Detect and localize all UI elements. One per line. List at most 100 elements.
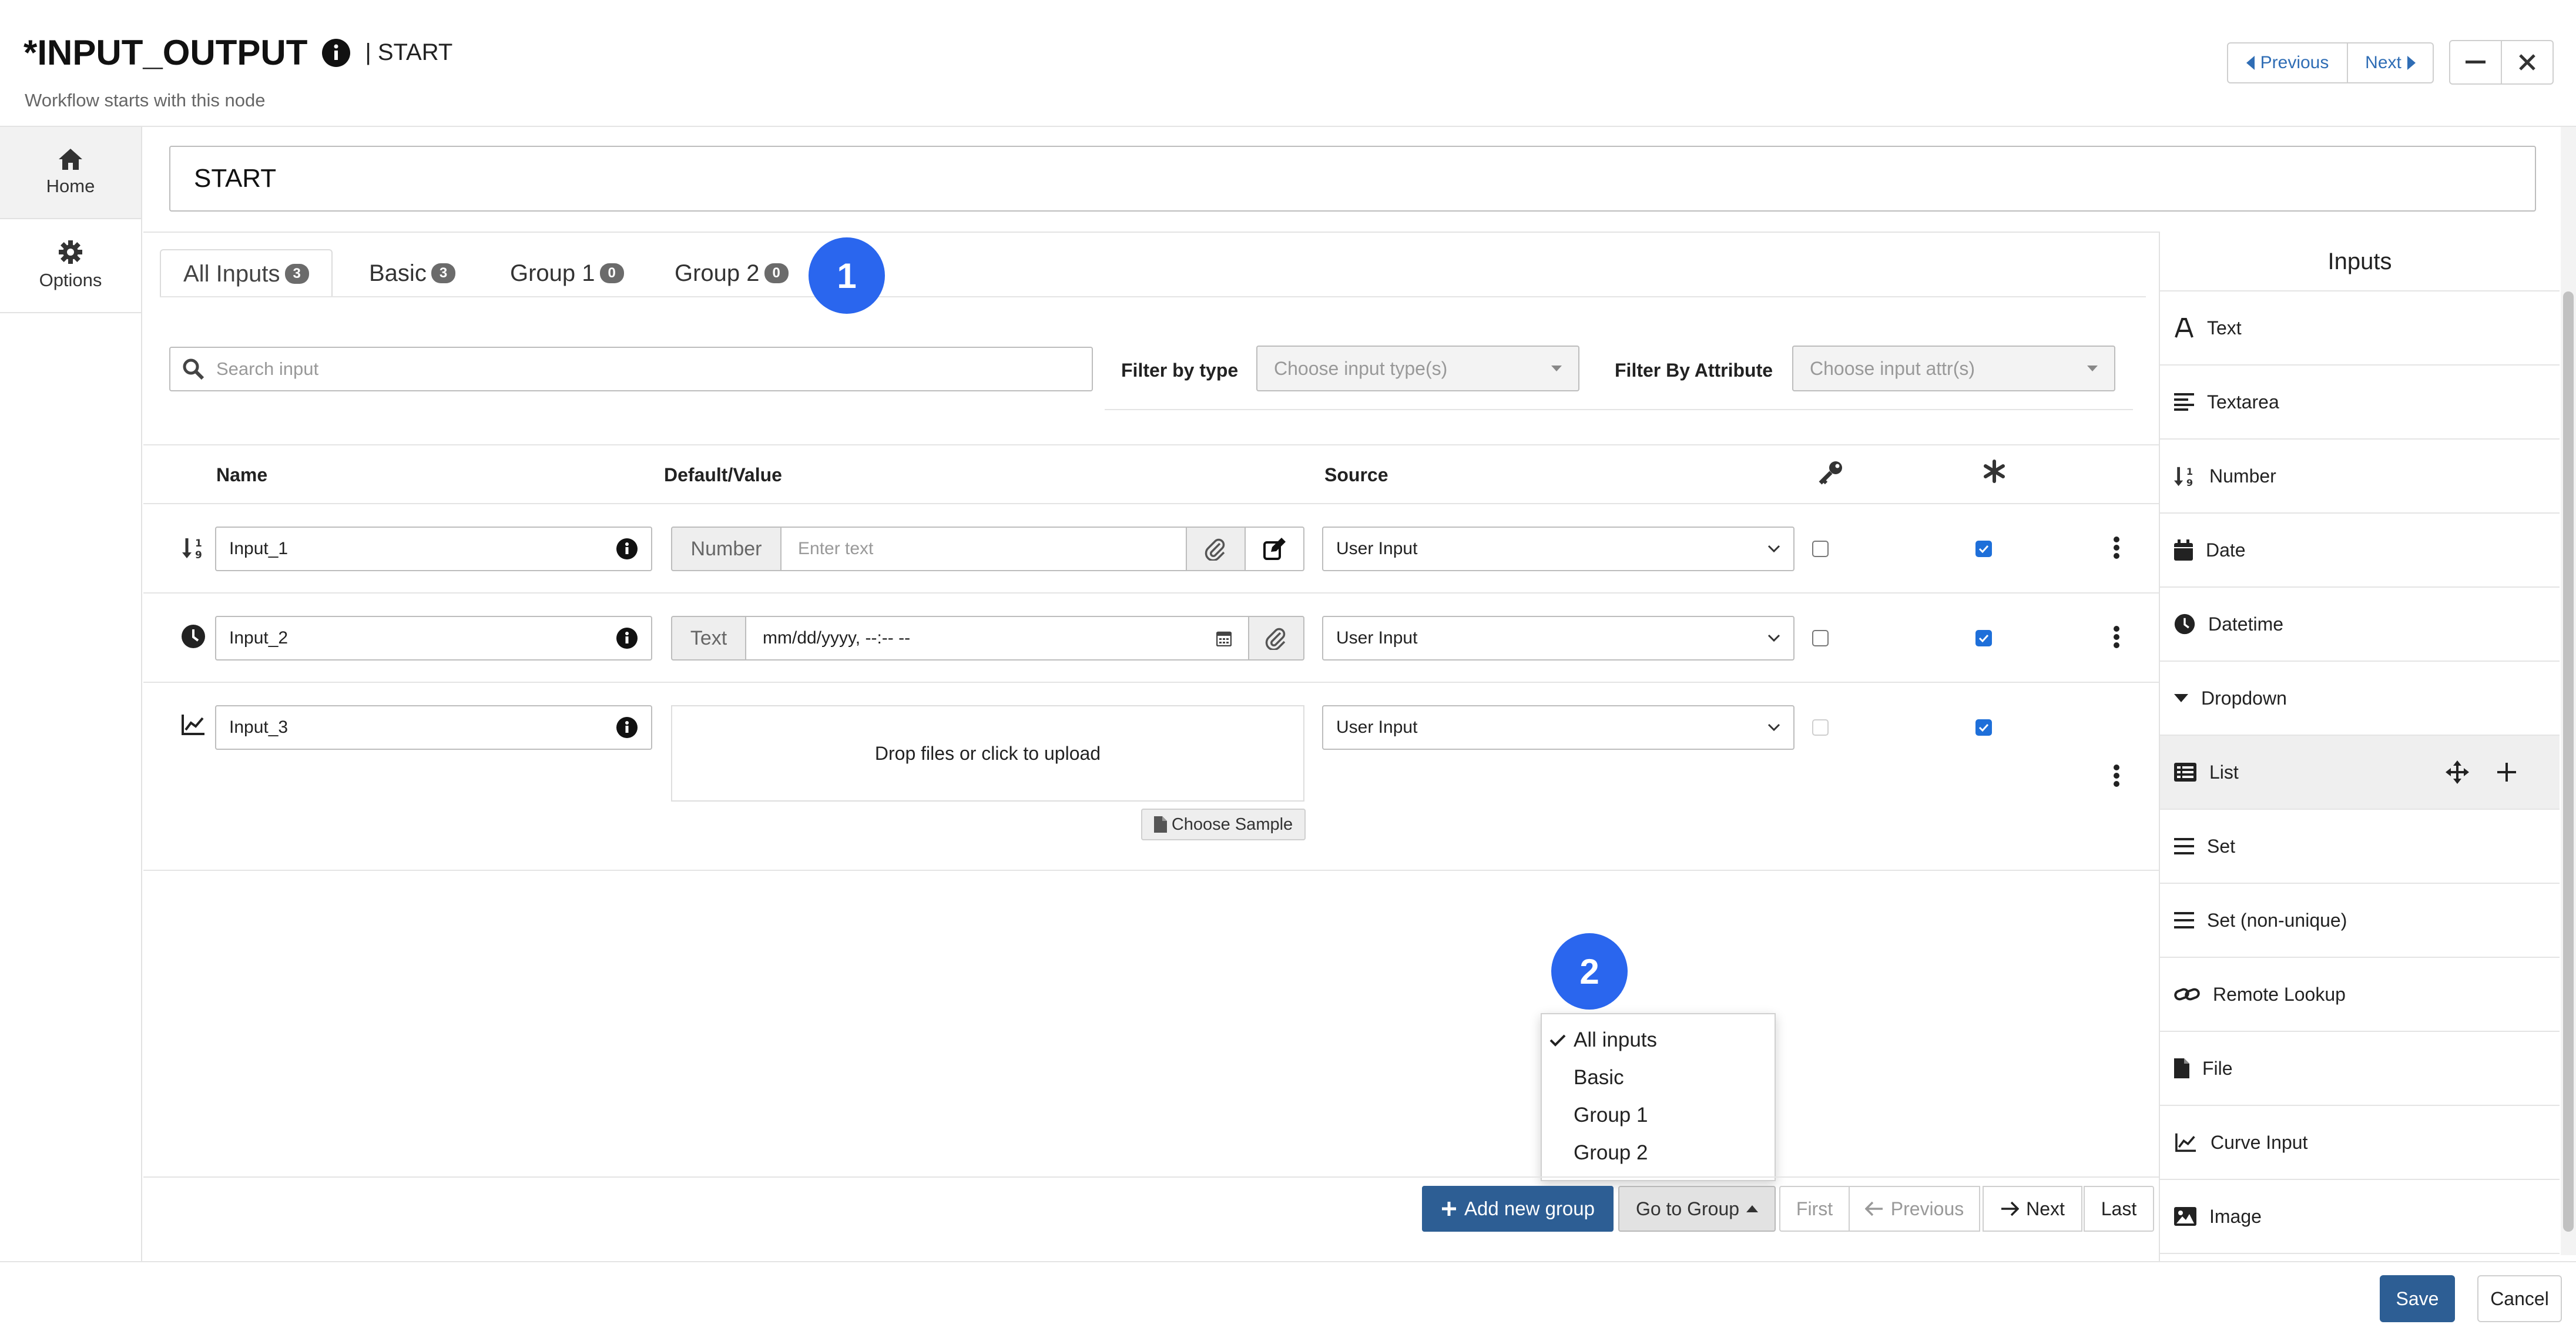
gear-icon	[59, 240, 82, 264]
next-node-button[interactable]: Next	[2347, 42, 2434, 83]
file-upload-dropzone[interactable]: Drop files or click to upload	[671, 705, 1304, 802]
choose-sample-button[interactable]: Choose Sample	[1141, 809, 1306, 840]
palette-item-image[interactable]: Image	[2160, 1180, 2560, 1254]
input-name-field[interactable]: Input_1	[215, 527, 652, 571]
edit-icon	[1263, 537, 1286, 561]
search-input[interactable]: Search input	[169, 347, 1093, 391]
tab-group-2[interactable]: Group 2 0	[675, 249, 789, 297]
palette-item-remote-lookup[interactable]: Remote Lookup	[2160, 958, 2560, 1032]
info-icon[interactable]	[616, 538, 638, 560]
footer-divider	[0, 1261, 2576, 1262]
svg-text:1: 1	[195, 538, 202, 549]
input-name-field[interactable]: Input_3	[215, 705, 652, 750]
palette-item-text[interactable]: Text	[2160, 291, 2560, 366]
caret-down-icon	[2174, 694, 2188, 702]
minimize-button[interactable]	[2449, 40, 2502, 85]
pager-previous-button[interactable]: Previous	[1849, 1186, 1980, 1232]
default-value-input[interactable]: Enter text	[780, 527, 1187, 571]
plus-icon[interactable]	[2496, 762, 2517, 783]
required-checkbox[interactable]	[1975, 719, 1992, 736]
home-icon	[59, 148, 82, 170]
row-type-icon-datetime	[181, 624, 206, 649]
edit-value-button[interactable]	[1245, 527, 1304, 571]
key-checkbox-disabled	[1812, 719, 1829, 736]
chart-line-icon	[2174, 1132, 2198, 1152]
close-button[interactable]	[2501, 40, 2554, 85]
filter-type-select[interactable]: Choose input type(s)	[1256, 346, 1579, 391]
table-top-line	[143, 444, 2160, 445]
scrollbar-thumb[interactable]	[2563, 291, 2574, 1232]
palette-item-textarea[interactable]: Textarea	[2160, 366, 2560, 440]
pager-last-button[interactable]: Last	[2084, 1186, 2154, 1232]
inputs-palette: Inputs Text Textarea 19 Number Date Date…	[2160, 233, 2560, 1261]
required-checkbox[interactable]	[1975, 541, 1992, 557]
row-line	[143, 592, 2160, 594]
row-type-icon-curve	[181, 713, 206, 736]
filters-divider	[1105, 409, 2133, 410]
palette-item-number[interactable]: 19 Number	[2160, 440, 2560, 514]
align-left-icon	[2174, 393, 2194, 411]
sort-numeric-icon: 19	[2174, 465, 2196, 487]
row-line	[143, 870, 2160, 871]
palette-item-file[interactable]: File	[2160, 1032, 2560, 1106]
tab-count-badge: 0	[764, 263, 789, 283]
source-select[interactable]: User Input	[1322, 616, 1795, 661]
arrow-right-icon	[2000, 1201, 2020, 1216]
add-new-group-button[interactable]: Add new group	[1422, 1186, 1614, 1232]
page-subtitle: Workflow starts with this node	[25, 90, 266, 110]
previous-node-button[interactable]: Previous	[2227, 42, 2348, 83]
page-title: *INPUT_OUTPUT	[24, 33, 308, 72]
go-to-group-menu: All inputs Basic Group 1 Group 2	[1541, 1013, 1776, 1181]
source-select[interactable]: User Input	[1322, 527, 1795, 571]
attach-file-button[interactable]	[1186, 527, 1246, 571]
font-icon	[2174, 318, 2194, 338]
caret-left-icon	[2246, 56, 2255, 70]
menu-item-group-2[interactable]: Group 2	[1542, 1134, 1775, 1172]
info-icon[interactable]	[616, 627, 638, 649]
row-menu-icon[interactable]	[2113, 764, 2120, 787]
tab-count-badge: 3	[284, 264, 309, 284]
attach-file-button[interactable]	[1248, 616, 1304, 661]
key-checkbox[interactable]	[1812, 541, 1829, 557]
tab-all-inputs[interactable]: All Inputs 3	[160, 249, 333, 297]
info-icon[interactable]	[616, 716, 638, 739]
tab-basic[interactable]: Basic 3	[369, 249, 456, 297]
check-icon	[1542, 1034, 1574, 1047]
input-type-addon: Number	[671, 527, 781, 571]
calendar-icon[interactable]	[1216, 630, 1232, 646]
palette-item-dropdown[interactable]: Dropdown	[2160, 662, 2560, 736]
pager-first-button[interactable]: First	[1779, 1186, 1850, 1232]
input-name-field[interactable]: Input_2	[215, 616, 652, 661]
key-checkbox[interactable]	[1812, 630, 1829, 646]
palette-item-date[interactable]: Date	[2160, 514, 2560, 588]
sidebar-item-options[interactable]: Options	[0, 219, 141, 313]
menu-item-basic[interactable]: Basic	[1542, 1059, 1775, 1097]
save-button[interactable]: Save	[2380, 1275, 2455, 1322]
datetime-value-input[interactable]: mm/dd/yyyy, --:-- --	[745, 616, 1249, 661]
sidebar-item-home[interactable]: Home	[0, 127, 141, 219]
filter-type-label: Filter by type	[1121, 360, 1239, 381]
menu-item-group-1[interactable]: Group 1	[1542, 1097, 1775, 1134]
row-menu-icon[interactable]	[2113, 625, 2120, 649]
filter-attr-select[interactable]: Choose input attr(s)	[1792, 346, 2115, 391]
palette-item-list[interactable]: List	[2160, 736, 2560, 810]
node-name-input[interactable]: START	[169, 146, 2536, 212]
go-to-group-button[interactable]: Go to Group	[1618, 1186, 1776, 1232]
search-icon	[182, 358, 204, 380]
pager-next-button[interactable]: Next	[1983, 1186, 2082, 1232]
palette-item-set[interactable]: Set	[2160, 810, 2560, 884]
svg-text:9: 9	[2186, 477, 2193, 487]
menu-item-all-inputs[interactable]: All inputs	[1542, 1021, 1775, 1059]
palette-item-curve-input[interactable]: Curve Input	[2160, 1106, 2560, 1180]
bars-icon	[2174, 838, 2194, 854]
info-icon[interactable]	[321, 38, 351, 68]
required-checkbox[interactable]	[1975, 630, 1992, 646]
move-icon[interactable]	[2446, 760, 2469, 784]
palette-item-set-non-unique[interactable]: Set (non-unique)	[2160, 884, 2560, 958]
cancel-button[interactable]: Cancel	[2477, 1275, 2562, 1322]
palette-item-datetime[interactable]: Datetime	[2160, 588, 2560, 662]
filter-attr-label: Filter By Attribute	[1615, 360, 1773, 381]
source-select[interactable]: User Input	[1322, 705, 1795, 750]
tab-group-1[interactable]: Group 1 0	[510, 249, 624, 297]
row-menu-icon[interactable]	[2113, 536, 2120, 559]
